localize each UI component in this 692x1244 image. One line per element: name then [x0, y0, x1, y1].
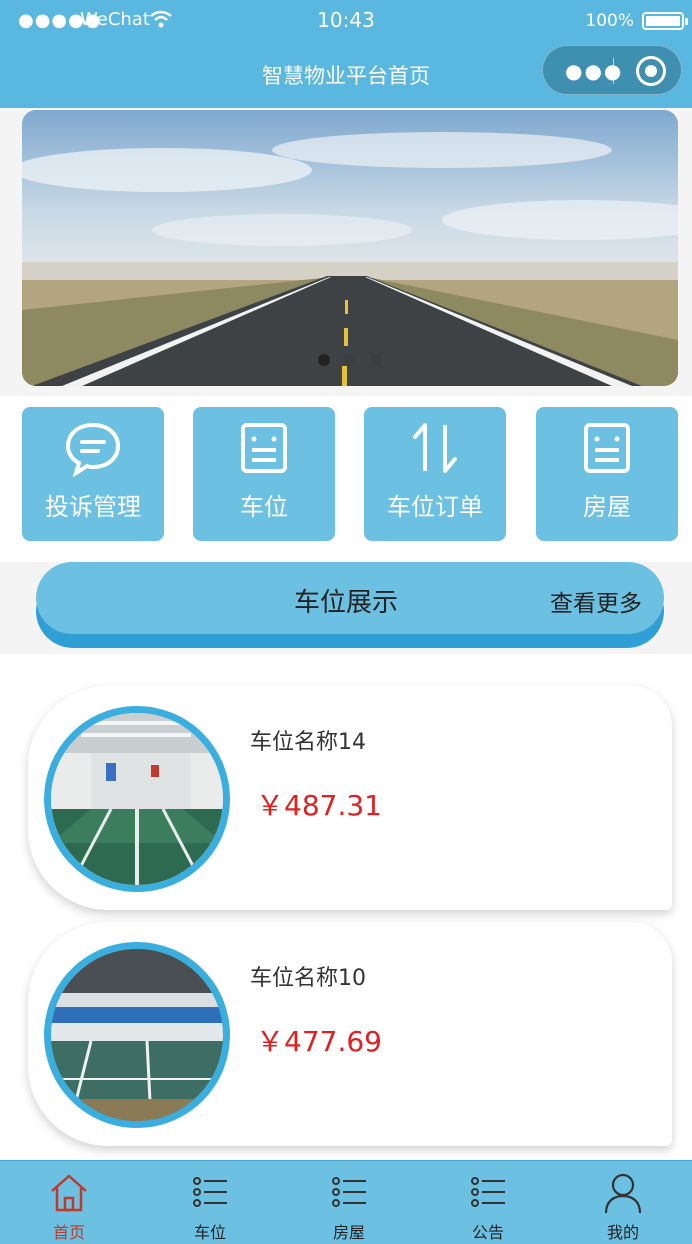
parking-list: 车位名称14 ￥487.31 车位名称10 ￥477.69: [0, 654, 692, 1160]
menu-parking-order-button[interactable]: 车位订单: [364, 407, 506, 541]
tab-home[interactable]: 首页: [0, 1161, 138, 1244]
sort-arrows-icon: [413, 423, 457, 473]
list-doc-icon: [241, 423, 287, 473]
list-icon: [471, 1177, 505, 1207]
list-icon: [332, 1177, 366, 1207]
tab-label: 车位: [193, 1223, 226, 1242]
tab-label: 公告: [471, 1223, 504, 1242]
battery-icon: [642, 12, 688, 30]
chat-bubble-icon: [65, 422, 121, 477]
mini-program-capsule: ●●●: [542, 45, 682, 95]
tab-parking[interactable]: 车位: [141, 1161, 279, 1244]
menu-complaint-button[interactable]: 投诉管理: [22, 407, 164, 541]
parking-price: ￥477.69: [256, 1025, 382, 1058]
carousel-dot[interactable]: [318, 354, 330, 366]
list-doc-icon: [584, 423, 630, 473]
target-icon[interactable]: [636, 56, 666, 86]
menu-parking-button[interactable]: 车位: [193, 407, 335, 541]
menu-label: 车位: [240, 493, 288, 521]
carousel-dot[interactable]: [344, 354, 356, 366]
top-bar: ●●●●● WeChat 10:43 100% 智慧物业平台首页 ●●●: [0, 0, 692, 108]
menu-grid: 投诉管理 车位 车位订单 房屋: [0, 396, 692, 562]
banner-image: [22, 110, 678, 386]
menu-label: 车位订单: [387, 493, 483, 521]
carousel-dot[interactable]: [370, 354, 382, 366]
banner-carousel[interactable]: [22, 110, 678, 386]
menu-label: 房屋: [583, 493, 631, 521]
more-dots-icon[interactable]: ●●●: [565, 59, 623, 83]
tab-label: 房屋: [332, 1223, 365, 1242]
menu-house-button[interactable]: 房屋: [536, 407, 678, 541]
status-bar: ●●●●● WeChat 10:43 100%: [0, 0, 692, 40]
view-more-link[interactable]: 查看更多: [550, 584, 642, 618]
parking-price: ￥487.31: [256, 789, 382, 822]
parking-name: 车位名称10: [250, 966, 366, 991]
tab-notice[interactable]: 公告: [419, 1161, 557, 1244]
tab-mine[interactable]: 我的: [554, 1161, 692, 1244]
list-icon: [193, 1177, 227, 1207]
home-icon: [51, 1174, 87, 1212]
battery-percent: 100%: [585, 11, 634, 31]
tab-label: 我的: [606, 1223, 639, 1242]
list-item[interactable]: 车位名称10 ￥477.69: [28, 922, 672, 1146]
parking-name: 车位名称14: [250, 730, 366, 755]
menu-label: 投诉管理: [45, 493, 141, 521]
parking-photo: [44, 942, 230, 1128]
section-header: 车位展示 查看更多: [0, 562, 692, 654]
carousel-indicator: [22, 351, 678, 370]
capsule-divider: [613, 58, 614, 84]
tab-house[interactable]: 房屋: [280, 1161, 418, 1244]
tab-bar: 首页 车位 房屋 公告 我的: [0, 1160, 692, 1244]
tab-label: 首页: [52, 1223, 85, 1242]
user-icon: [604, 1173, 642, 1214]
list-item[interactable]: 车位名称14 ￥487.31: [28, 686, 672, 910]
parking-photo: [44, 706, 230, 892]
